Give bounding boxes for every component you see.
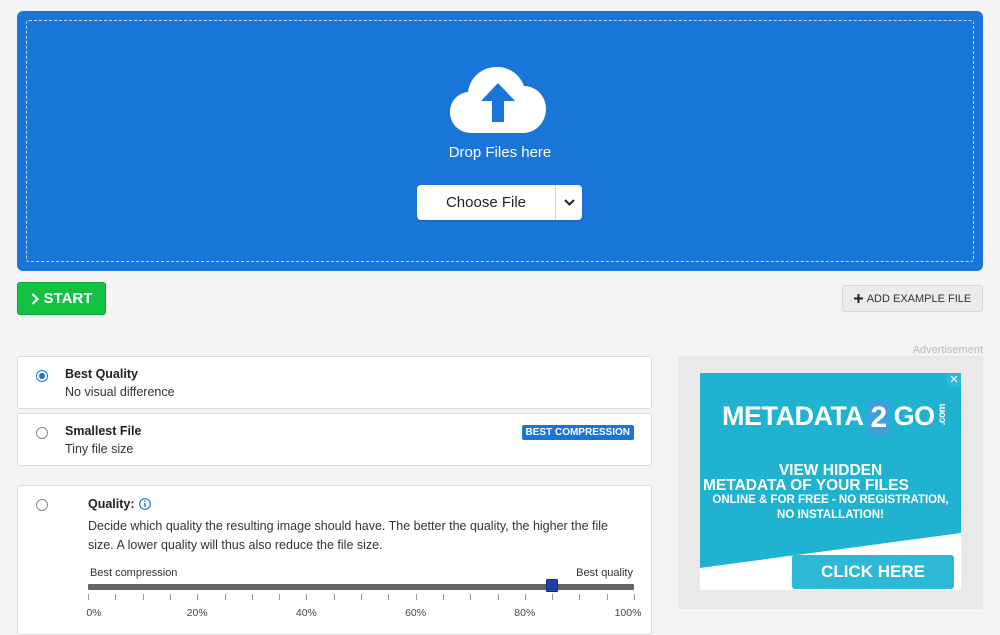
best-compression-badge: BEST COMPRESSION	[521, 425, 634, 440]
option-best-quality[interactable]: Best Quality No visual difference	[17, 356, 652, 409]
choose-source-dropdown[interactable]	[555, 185, 582, 220]
slider-tick-label: 0%	[86, 607, 102, 619]
slider-tick	[115, 594, 117, 600]
ad-container: ✕ METADATA 2 GO .com VIEW HIDDEN METADAT…	[678, 356, 983, 609]
start-button[interactable]: START	[17, 282, 106, 315]
ad-banner[interactable]: ✕ METADATA 2 GO .com VIEW HIDDEN METADAT…	[700, 373, 961, 590]
ad-brand-logo: METADATA 2 GO .com	[722, 399, 948, 435]
choose-file-group: Choose File	[417, 185, 582, 220]
slider-label-max: Best quality	[576, 567, 633, 579]
slider-tick	[333, 594, 335, 600]
dropzone-border	[26, 20, 974, 262]
slider-tick	[197, 594, 199, 600]
slider-tick	[361, 594, 362, 600]
slider-tick	[442, 594, 444, 600]
quality-slider-ticks	[88, 590, 635, 606]
option-subtitle: Tiny file size	[65, 442, 134, 456]
slider-tick	[579, 594, 581, 600]
ad-click-here-button[interactable]: CLICK HERE	[792, 555, 954, 589]
slider-tick	[634, 594, 635, 600]
option-title: Best Quality	[65, 367, 138, 381]
slider-tick	[306, 594, 308, 600]
ad-brand-suffix: .com	[936, 403, 948, 425]
option-custom-quality[interactable]: Quality: Decide which quality the result…	[17, 485, 652, 635]
smallest-file-radio[interactable]	[36, 427, 48, 439]
slider-tick	[470, 594, 472, 600]
slider-tick	[415, 594, 417, 600]
slider-tick	[142, 594, 144, 600]
ad-subtext: ONLINE & FOR FREE - NO REGISTRATION, NO …	[700, 493, 961, 523]
add-example-label: ADD EXAMPLE FILE	[866, 292, 972, 305]
slider-tick	[497, 594, 499, 600]
option-smallest-file[interactable]: Smallest File Tiny file size BEST COMPRE…	[17, 413, 652, 466]
slider-tick	[169, 594, 171, 600]
option-subtitle: No visual difference	[65, 385, 175, 399]
chevron-down-icon	[563, 199, 575, 206]
file-dropzone[interactable]: Drop Files here Choose File	[17, 11, 983, 271]
slider-tick	[279, 594, 281, 600]
slider-tick-label: 60%	[405, 607, 427, 619]
slider-tick	[606, 594, 608, 600]
slider-tick	[388, 594, 390, 600]
plus-icon	[853, 294, 863, 303]
slider-label-min: Best compression	[90, 567, 178, 579]
ad-brand-left: METADATA	[722, 401, 864, 431]
option-title: Smallest File	[65, 424, 142, 438]
close-icon[interactable]: ✕	[947, 373, 961, 387]
advertisement-label: Advertisement	[912, 344, 983, 356]
ad-headline-line2: METADATA OF YOUR FILES	[703, 477, 909, 494]
slider-tick	[524, 594, 526, 600]
start-label: START	[43, 290, 93, 307]
ad-subtext-line2: NO INSTALLATION!	[777, 509, 884, 521]
quality-title: Quality:	[88, 497, 151, 511]
slider-tick	[251, 594, 253, 600]
ad-subtext-line1: ONLINE & FOR FREE - NO REGISTRATION,	[712, 494, 949, 506]
drop-files-label: Drop Files here	[448, 144, 552, 161]
slider-tick	[552, 594, 554, 600]
quality-label: Quality:	[88, 497, 135, 511]
slider-tick	[224, 594, 226, 600]
chevron-right-icon	[31, 292, 39, 305]
slider-tick-label: 40%	[295, 607, 317, 619]
best-quality-radio[interactable]	[36, 370, 48, 382]
choose-file-button[interactable]: Choose File	[417, 185, 555, 220]
slider-tick-label: 80%	[514, 607, 536, 619]
slider-tick	[88, 594, 89, 600]
info-icon[interactable]	[138, 498, 151, 510]
custom-quality-radio[interactable]	[36, 499, 48, 511]
ad-brand-number: 2	[867, 401, 890, 435]
ad-brand-right: GO	[893, 401, 936, 431]
slider-tick-label: 20%	[186, 607, 208, 619]
quality-description: Decide which quality the resulting image…	[88, 519, 608, 552]
ad-headline: VIEW HIDDEN METADATA OF YOUR FILES	[700, 463, 961, 494]
cloud-upload-icon	[450, 67, 546, 133]
add-example-file-button[interactable]: ADD EXAMPLE FILE	[842, 285, 983, 312]
slider-tick-label: 100%	[614, 607, 642, 619]
